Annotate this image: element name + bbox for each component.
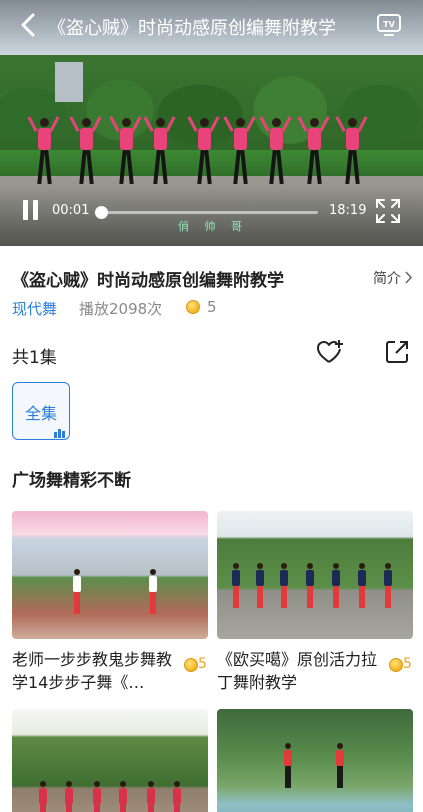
thumbnail-dancer-figure bbox=[72, 569, 82, 615]
coin-icon bbox=[186, 300, 200, 314]
pause-icon[interactable] bbox=[22, 200, 40, 222]
chevron-right-icon[interactable] bbox=[404, 271, 413, 284]
recommendation-thumbnail[interactable] bbox=[217, 511, 413, 639]
thumbnail-dancer-figure bbox=[231, 563, 241, 609]
episode-tab-label: 全集 bbox=[24, 404, 57, 423]
video-watermark: 俏 帅 哥 bbox=[178, 220, 248, 233]
video-player[interactable]: 《盗心贼》时尚动感原创编舞附教学 TV 00:01 18:19 俏 帅 哥 bbox=[0, 0, 423, 246]
current-time: 00:01 bbox=[52, 203, 90, 218]
thumbnail-dancer-figure bbox=[38, 781, 48, 812]
player-title: 《盗心贼》时尚动感原创编舞附教学 bbox=[48, 18, 336, 39]
svg-text:TV: TV bbox=[383, 20, 395, 29]
chevron-left-icon[interactable] bbox=[18, 12, 40, 38]
video-frame-building bbox=[55, 62, 83, 102]
progress-knob[interactable] bbox=[95, 206, 109, 219]
section-title: 广场舞精彩不断 bbox=[12, 471, 131, 491]
recommendation-thumbnail[interactable] bbox=[217, 709, 413, 812]
thumbnail-dancer-figure bbox=[118, 781, 128, 812]
coin-icon bbox=[184, 658, 198, 672]
thumbnail-dancer-figure bbox=[357, 563, 367, 609]
total-time: 18:19 bbox=[329, 203, 367, 218]
thumbnail-dancer-figure bbox=[146, 781, 156, 812]
fullscreen-icon[interactable] bbox=[374, 197, 402, 225]
thumbnail-dancer-figure bbox=[305, 563, 315, 609]
recommendation-coins: 5 bbox=[403, 656, 412, 672]
video-title: 《盗心贼》时尚动感原创编舞附教学 bbox=[12, 271, 284, 291]
heart-add-icon[interactable] bbox=[316, 339, 344, 365]
thumbnail-dancer-figure bbox=[331, 563, 341, 609]
thumbnail-dancer-figure bbox=[255, 563, 265, 609]
thumbnail-dancer-figure bbox=[64, 781, 74, 812]
thumbnail-dancer-figure bbox=[335, 743, 345, 789]
playing-equalizer-icon bbox=[54, 429, 66, 438]
episode-count: 共1集 bbox=[12, 348, 57, 368]
intro-link[interactable]: 简介 bbox=[373, 268, 401, 288]
episode-tab-all[interactable]: 全集 bbox=[12, 382, 70, 440]
recommendation-title[interactable]: 老师一步步教鬼步舞教学14步步子舞《… bbox=[12, 648, 178, 694]
recommendation-thumbnail[interactable] bbox=[12, 709, 208, 812]
play-count: 播放2098次 bbox=[79, 300, 163, 318]
thumbnail-dancer-figure bbox=[283, 743, 293, 789]
thumbnail-dancer-figure bbox=[383, 563, 393, 609]
thumbnail-dancer-figure bbox=[92, 781, 102, 812]
share-icon[interactable] bbox=[384, 339, 410, 365]
thumbnail-dancer-figure bbox=[172, 781, 182, 812]
recommendation-thumbnail[interactable] bbox=[12, 511, 208, 639]
progress-bar[interactable] bbox=[95, 206, 318, 219]
recommendation-title[interactable]: 《欧买噶》原创活力拉丁舞附教学 bbox=[217, 648, 383, 694]
coin-icon bbox=[389, 658, 403, 672]
recommendation-coins: 5 bbox=[198, 656, 207, 672]
thumbnail-dancer-figure bbox=[148, 569, 158, 615]
thumbnail-dancer-figure bbox=[279, 563, 289, 609]
tv-cast-icon[interactable]: TV bbox=[376, 13, 402, 37]
coin-count: 5 bbox=[207, 298, 217, 316]
category-tag[interactable]: 现代舞 bbox=[12, 298, 57, 319]
